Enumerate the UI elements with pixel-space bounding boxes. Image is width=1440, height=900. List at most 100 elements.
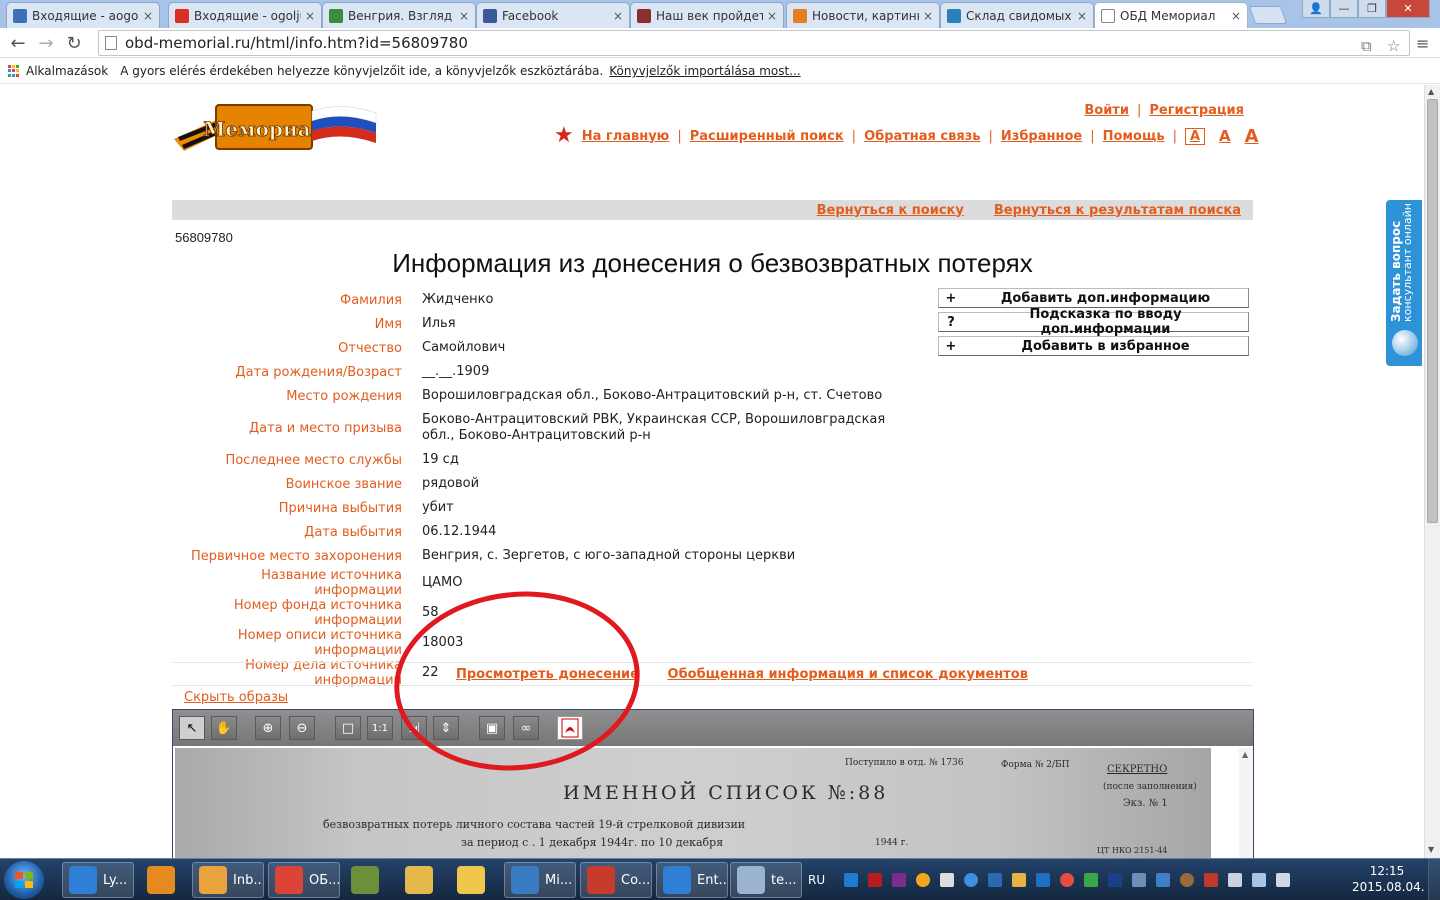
document-scan-image[interactable]: ИМЕННОЙ СПИСОК №:88 безвозвратных потерь… — [175, 748, 1211, 858]
tab-close-icon[interactable]: × — [305, 9, 315, 23]
taskbar-button[interactable]: te... — [730, 862, 802, 898]
it-icon[interactable] — [1036, 873, 1051, 887]
add-favorite-button[interactable]: + Добавить в избранное — [938, 336, 1249, 356]
consultant-widget[interactable]: Задать вопрос консультант онлайн — [1386, 200, 1422, 366]
monitor-icon[interactable] — [988, 873, 1003, 887]
new-tab-button[interactable] — [1248, 6, 1288, 24]
font-size-medium[interactable]: А — [1219, 127, 1231, 145]
register-link[interactable]: Регистрация — [1149, 103, 1244, 118]
field-value: Венгрия, с. Зергетов, с юго-западной сто… — [422, 548, 796, 563]
onenote-icon[interactable] — [892, 873, 907, 887]
tab-close-icon[interactable]: × — [1077, 9, 1087, 23]
tab-close-icon[interactable]: × — [143, 9, 153, 23]
browser-tab[interactable]: Новости, картинк × — [786, 2, 940, 28]
memorial-logo[interactable]: Мемориал — [172, 99, 378, 157]
add-info-button[interactable]: + Добавить доп.информацию — [938, 288, 1249, 308]
summary-documents-link[interactable]: Обобщенная информация и список документо… — [668, 667, 1028, 682]
page-scrollbar[interactable]: ▲ ▼ — [1424, 85, 1440, 858]
apps-label[interactable]: Alkalmazások — [26, 64, 108, 78]
bluetooth-icon[interactable] — [1108, 873, 1123, 887]
back-to-search-link[interactable]: Вернуться к поиску — [817, 203, 964, 218]
sync-icon[interactable] — [1084, 873, 1099, 887]
scroll-down-icon[interactable]: ▼ — [1428, 845, 1434, 854]
taskbar-button[interactable] — [450, 862, 496, 898]
tab-close-icon[interactable]: × — [459, 9, 469, 23]
coffee-icon[interactable] — [1180, 873, 1195, 887]
font-size-large[interactable]: А — [1245, 126, 1259, 147]
shield-icon[interactable] — [1204, 873, 1219, 887]
translate-icon[interactable]: ⧉ — [1361, 37, 1372, 55]
globe-icon[interactable] — [964, 873, 979, 887]
show-desktop-button[interactable] — [1428, 859, 1440, 900]
taskbar-button[interactable]: Ly... — [62, 862, 134, 898]
taskbar-button[interactable]: Inb... — [192, 862, 264, 898]
back-to-results-link[interactable]: Вернуться к результатам поиска — [994, 203, 1241, 218]
browser-tab[interactable]: Склад свидомых п × — [940, 2, 1094, 28]
browser-tab[interactable]: Входящие - aogolj × — [6, 2, 160, 28]
taskbar-button[interactable]: Ent... — [656, 862, 728, 898]
browser-menu-icon[interactable]: ≡ — [1416, 34, 1429, 53]
tab-close-icon[interactable]: × — [613, 9, 623, 23]
browser-tab[interactable]: Венгрия. Взгляд из × — [322, 2, 476, 28]
import-bookmarks-link[interactable]: Könyvjelzők importálása most... — [609, 64, 800, 78]
volume-icon[interactable] — [1276, 873, 1291, 887]
address-bar[interactable]: obd-memorial.ru/html/info.htm?id=5680978… — [98, 30, 1410, 56]
bookmark-star-icon[interactable]: ☆ — [1387, 37, 1400, 55]
system-clock[interactable]: 12:15 2015.08.04. — [1352, 863, 1425, 895]
viewer-scrollbar[interactable]: ▲ — [1239, 748, 1253, 858]
taskbar-button[interactable] — [140, 862, 186, 898]
back-arrow-icon[interactable]: ← — [6, 31, 30, 55]
browser-tab[interactable]: Наш век пройдет × — [630, 2, 784, 28]
tab-close-icon[interactable]: × — [1231, 9, 1241, 23]
language-indicator[interactable]: RU — [808, 873, 825, 887]
acrobat-icon[interactable] — [868, 873, 883, 887]
zoom-in-icon[interactable]: ⊕ — [255, 716, 281, 740]
scrollbar-thumb[interactable] — [1427, 99, 1438, 523]
reload-icon[interactable]: ↻ — [62, 31, 86, 55]
taskbar-button-label: Ly... — [103, 872, 128, 888]
zoom-out-icon[interactable]: ⊖ — [289, 716, 315, 740]
field-label: Дата рождения/Возраст — [235, 364, 402, 380]
sun-icon[interactable] — [916, 873, 931, 887]
taskbar-button[interactable]: ОБ... — [268, 862, 340, 898]
nav-advanced-search[interactable]: Расширенный поиск — [690, 129, 844, 144]
taskbar-button[interactable] — [398, 862, 444, 898]
nav-favorites[interactable]: Избранное — [1001, 129, 1082, 144]
browser-tab[interactable]: ОБД Мемориал × — [1094, 2, 1248, 28]
minimize-button[interactable]: — — [1330, 0, 1358, 18]
hide-images-link[interactable]: Скрыть образы — [184, 690, 288, 705]
usb-icon[interactable] — [1132, 873, 1147, 887]
nav-home[interactable]: На главную — [582, 129, 670, 144]
taskbar-button[interactable]: Co... — [580, 862, 652, 898]
apps-grid-icon[interactable] — [8, 65, 20, 77]
start-button[interactable] — [4, 861, 44, 899]
close-window-button[interactable]: ✕ — [1386, 0, 1430, 18]
browser-tab[interactable]: Входящие - ogolju × — [168, 2, 322, 28]
cloud-icon[interactable] — [1156, 873, 1171, 887]
scroll-up-icon[interactable]: ▲ — [1428, 87, 1434, 96]
user-profile-icon[interactable]: 👤 — [1302, 0, 1330, 18]
pan-hand-icon[interactable]: ✋ — [211, 716, 237, 740]
forward-arrow-icon[interactable]: → — [34, 31, 58, 55]
flag-icon[interactable] — [1228, 873, 1243, 887]
font-size-small[interactable]: А — [1184, 127, 1206, 145]
hp-icon[interactable] — [844, 873, 859, 887]
taskbar-button[interactable]: Mi... — [504, 862, 576, 898]
login-link[interactable]: Войти — [1084, 103, 1129, 118]
pointer-tool-icon[interactable]: ↖ — [179, 716, 205, 740]
actual-size-icon[interactable]: 1:1 — [367, 716, 393, 740]
block-icon[interactable] — [1060, 873, 1075, 887]
taskbar-button[interactable] — [344, 862, 390, 898]
pen-icon[interactable] — [940, 873, 955, 887]
network-tray-icon[interactable] — [1252, 873, 1267, 887]
mail-icon[interactable] — [1012, 873, 1027, 887]
nav-help[interactable]: Помощь — [1103, 129, 1165, 144]
chrome-icon — [275, 866, 303, 894]
maximize-button[interactable]: ❐ — [1358, 0, 1386, 18]
input-hint-button[interactable]: ? Подсказка по вводу доп.информации — [938, 307, 1249, 337]
tab-close-icon[interactable]: × — [923, 9, 933, 23]
browser-tab[interactable]: Facebook × — [476, 2, 630, 28]
fit-page-icon[interactable]: □ — [335, 716, 361, 740]
nav-feedback[interactable]: Обратная связь — [864, 129, 980, 144]
tab-close-icon[interactable]: × — [767, 9, 777, 23]
